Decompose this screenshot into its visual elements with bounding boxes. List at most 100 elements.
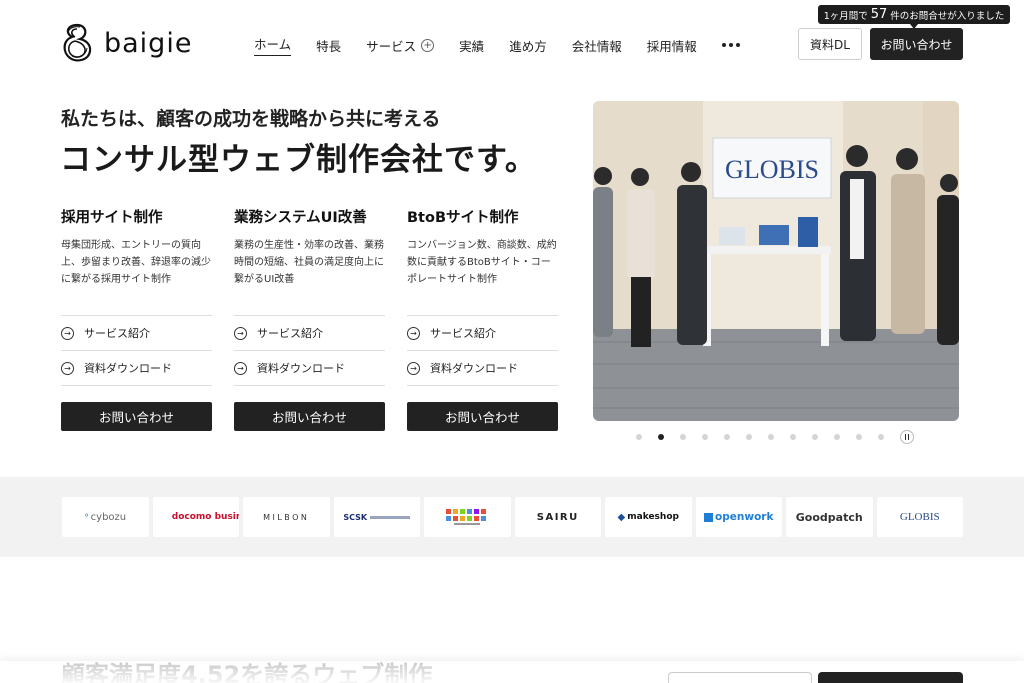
client-name: openwork: [715, 511, 774, 523]
arrow-right-icon: →: [407, 361, 420, 375]
client-logo-milbon: MILBON: [243, 497, 330, 537]
baigie-logo-icon: [63, 23, 92, 62]
nav-label: サービス: [366, 38, 417, 54]
client-name: makeshop: [627, 512, 679, 522]
client-logo-openwork: openwork: [695, 497, 782, 537]
main-nav: ホーム 特長 サービス + 実績 進め方 会社情報 採用情報: [254, 34, 740, 56]
nav-label: 特長: [316, 38, 342, 54]
inquiry-count-tooltip: 1ヶ月間で 57 件のお問合せが入りました: [818, 5, 1010, 29]
nav-item-recruit[interactable]: 採用情報: [647, 35, 697, 55]
link-label: サービス紹介: [257, 327, 323, 340]
card-links: → サービス紹介 → 資料ダウンロード: [407, 315, 558, 386]
nav-item-works[interactable]: 実績: [459, 35, 484, 55]
carousel-dot[interactable]: [702, 434, 708, 440]
client-logo-strip: ᐤcybozu docomo business MILBON SCSK SAIR…: [0, 477, 1024, 557]
download-link[interactable]: → 資料ダウンロード: [61, 351, 212, 386]
nav-item-features[interactable]: 特長: [316, 35, 341, 55]
card-description: 母集団形成、エントリーの質向上、歩留まり改善、辞退率の減少に繋がる採用サイト制作: [61, 240, 211, 285]
client-name: MILBON: [263, 512, 310, 522]
tooltip-prefix: 1ヶ月間で: [823, 10, 868, 22]
sticky-contact-button[interactable]: [818, 672, 963, 683]
client-logo-globis: GLOBIS: [876, 497, 963, 537]
link-label: サービス紹介: [84, 327, 150, 340]
service-card-recruit-site: 採用サイト制作 母集団形成、エントリーの質向上、歩留まり改善、辞退率の減少に繋が…: [61, 206, 212, 431]
link-label: 資料ダウンロード: [84, 362, 172, 375]
nav-item-process[interactable]: 進め方: [509, 35, 547, 55]
service-intro-link[interactable]: → サービス紹介: [61, 316, 212, 351]
sticky-download-button[interactable]: [668, 672, 812, 683]
arrow-right-icon: →: [234, 326, 247, 340]
nav-item-home[interactable]: ホーム: [254, 34, 292, 56]
logo[interactable]: baigie: [60, 22, 192, 64]
card-title: 業務システムUI改善: [234, 210, 367, 226]
nav-item-company[interactable]: 会社情報: [572, 35, 622, 55]
plus-icon[interactable]: +: [421, 38, 435, 52]
card-contact-button[interactable]: お問い合わせ: [407, 402, 558, 431]
openwork-icon: [704, 512, 714, 522]
card-contact-button[interactable]: お問い合わせ: [61, 402, 212, 431]
card-title: BtoBサイト制作: [407, 210, 519, 226]
logo-text: baigie: [104, 27, 193, 59]
card-links: → サービス紹介 → 資料ダウンロード: [61, 315, 212, 386]
carousel-dot[interactable]: [856, 434, 862, 440]
card-links: → サービス紹介 → 資料ダウンロード: [234, 315, 385, 386]
nav-label: 採用情報: [646, 38, 697, 54]
arrow-right-icon: →: [61, 326, 74, 340]
client-logo-sairu: SAIRU: [514, 497, 601, 537]
client-name: GLOBIS: [899, 511, 940, 523]
carousel-dot[interactable]: [680, 434, 686, 440]
nav-label: ホーム: [254, 37, 292, 52]
nav-label: 実績: [459, 38, 485, 54]
carousel-dot[interactable]: [878, 434, 884, 440]
download-button[interactable]: 資料DL: [798, 28, 862, 60]
nav-item-services[interactable]: サービス +: [366, 35, 435, 55]
tooltip-count: 57: [870, 7, 888, 22]
scsk-tagline-mark: [370, 515, 411, 519]
carousel-dot-active[interactable]: [658, 434, 664, 440]
makeshop-icon: ◆: [617, 511, 626, 523]
client-logo-makeshop: ◆ makeshop: [605, 497, 692, 537]
card-contact-button[interactable]: お問い合わせ: [234, 402, 385, 431]
cybozu-icon: ᐤ: [84, 510, 89, 524]
carousel-dot[interactable]: [812, 434, 818, 440]
carousel-dot[interactable]: [746, 434, 752, 440]
arrow-right-icon: →: [234, 361, 247, 375]
carousel-dot[interactable]: [636, 434, 642, 440]
client-logo-multicolor: [424, 497, 511, 537]
multicolor-grid-logo-icon: [446, 509, 487, 525]
client-name: SCSK: [343, 512, 368, 522]
client-name: docomo business: [171, 511, 239, 522]
service-card-btob-site: BtoBサイト制作 コンバージョン数、商談数、成約数に貢献するBtoBサイト・コ…: [407, 206, 558, 431]
download-link[interactable]: → 資料ダウンロード: [407, 351, 558, 386]
client-logo-docomo: docomo business: [152, 497, 239, 537]
card-description: コンバージョン数、商談数、成約数に貢献するBtoBサイト・コーポレートサイト制作: [407, 240, 557, 285]
carousel-dot[interactable]: [768, 434, 774, 440]
nav-label: 会社情報: [571, 38, 622, 54]
pause-icon[interactable]: [900, 430, 914, 444]
carousel-dot[interactable]: [724, 434, 730, 440]
link-label: サービス紹介: [430, 327, 496, 340]
hero-photo: GLOBIS: [593, 101, 959, 421]
carousel-dot[interactable]: [834, 434, 840, 440]
carousel-dot[interactable]: [790, 434, 796, 440]
service-intro-link[interactable]: → サービス紹介: [234, 316, 385, 351]
team-photo-illustration: GLOBIS: [593, 101, 959, 421]
tooltip-suffix: 件のお問合せが入りました: [890, 10, 1005, 22]
arrow-right-icon: →: [61, 361, 74, 375]
page: baigie ホーム 特長 サービス + 実績 進め方 会社情報 採用情報 1ヶ…: [0, 0, 1024, 683]
card-description: 業務の生産性・効率の改善、業務時間の短縮、社員の満足度向上に繋がるUI改善: [234, 240, 384, 285]
carousel-indicators: [636, 430, 914, 444]
client-name: Goodpatch: [795, 510, 863, 524]
card-title: 採用サイト制作: [61, 210, 163, 226]
service-cards: 採用サイト制作 母集団形成、エントリーの質向上、歩留まり改善、辞退率の減少に繋が…: [61, 206, 558, 431]
contact-button[interactable]: お問い合わせ: [870, 28, 963, 60]
service-card-ui-improvement: 業務システムUI改善 業務の生産性・効率の改善、業務時間の短縮、社員の満足度向上…: [234, 206, 385, 431]
client-name: cybozu: [90, 511, 127, 523]
hero-subtitle: 私たちは、顧客の成功を戦略から共に考える: [61, 108, 441, 130]
hero-title: コンサル型ウェブ制作会社です。: [60, 142, 537, 178]
client-name: SAIRU: [536, 511, 579, 523]
more-menu-icon[interactable]: [721, 35, 740, 55]
service-intro-link[interactable]: → サービス紹介: [407, 316, 558, 351]
download-link[interactable]: → 資料ダウンロード: [234, 351, 385, 386]
arrow-right-icon: →: [407, 326, 420, 340]
